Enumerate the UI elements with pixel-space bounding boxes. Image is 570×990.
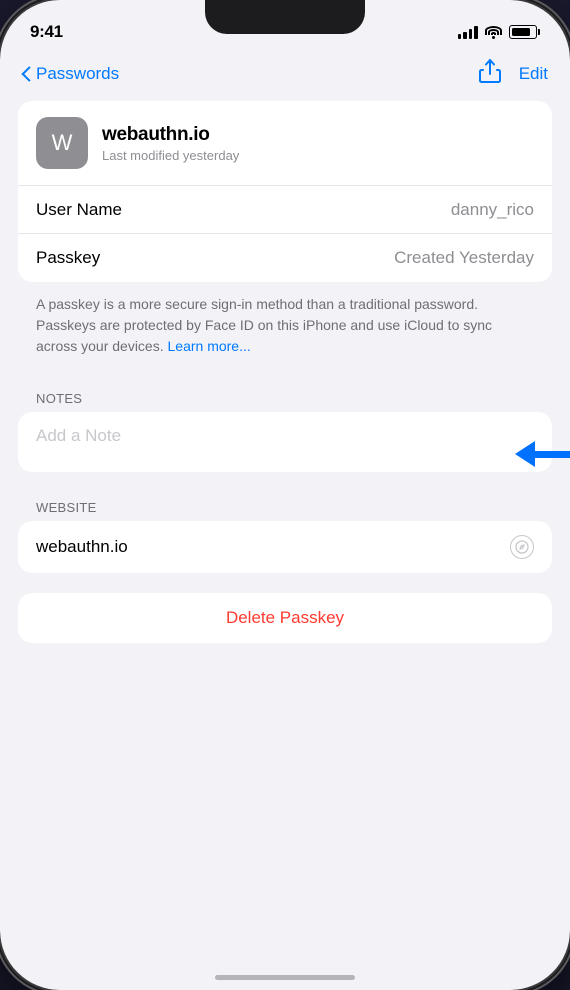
delete-passkey-button[interactable]: Delete Passkey (18, 593, 552, 643)
share-icon (479, 58, 501, 84)
site-info: webauthn.io Last modified yesterday (102, 124, 239, 163)
battery-icon (509, 25, 541, 39)
nav-actions: Edit (479, 58, 548, 89)
username-label: User Name (36, 200, 122, 220)
description-body: A passkey is a more secure sign-in metho… (36, 296, 492, 354)
site-modified: Last modified yesterday (102, 148, 239, 163)
screen: 9:41 (0, 0, 570, 990)
username-row: User Name danny_rico (18, 186, 552, 234)
chevron-left-icon (22, 66, 32, 82)
notes-placeholder: Add a Note (36, 426, 121, 445)
arrow-indicator (515, 441, 570, 467)
back-label: Passwords (36, 64, 119, 84)
website-value: webauthn.io (36, 537, 128, 557)
notes-card[interactable]: Add a Note (18, 412, 552, 472)
site-name: webauthn.io (102, 124, 239, 146)
website-section: WEBSITE webauthn.io (18, 492, 552, 573)
passkey-row: Passkey Created Yesterday (18, 234, 552, 282)
phone-frame: 9:41 (0, 0, 570, 990)
delete-card: Delete Passkey (18, 593, 552, 643)
passkey-value: Created Yesterday (394, 248, 534, 268)
back-button[interactable]: Passwords (22, 64, 119, 84)
learn-more-link[interactable]: Learn more... (168, 338, 251, 354)
signal-icon (458, 25, 478, 39)
passkey-label: Passkey (36, 248, 100, 268)
site-avatar: W (36, 117, 88, 169)
description-card: A passkey is a more secure sign-in metho… (18, 294, 552, 371)
signal-bar-2 (463, 32, 467, 39)
arrow-line (535, 451, 570, 458)
home-indicator (215, 975, 355, 980)
wifi-dot (492, 36, 495, 39)
website-row: webauthn.io (18, 521, 552, 573)
site-header: W webauthn.io Last modified yesterday (18, 101, 552, 186)
compass-icon[interactable] (510, 535, 534, 559)
arrow-head-left (515, 441, 535, 467)
signal-bar-1 (458, 34, 462, 39)
wifi-icon (485, 26, 502, 39)
battery-fill (512, 28, 531, 36)
username-value: danny_rico (451, 200, 534, 220)
nav-bar: Passwords Edit (0, 50, 570, 101)
share-button[interactable] (479, 58, 501, 89)
website-card: webauthn.io (18, 521, 552, 573)
status-time: 9:41 (30, 22, 63, 42)
battery-body (509, 25, 537, 39)
notes-section-label: NOTES (18, 383, 552, 412)
website-section-label: WEBSITE (18, 492, 552, 521)
wifi-arc-inner (491, 32, 496, 35)
signal-bar-4 (474, 26, 478, 39)
content-area: W webauthn.io Last modified yesterday Us… (0, 101, 570, 673)
notch (205, 0, 365, 34)
site-card: W webauthn.io Last modified yesterday Us… (18, 101, 552, 282)
edit-button[interactable]: Edit (519, 64, 548, 84)
status-icons (458, 25, 541, 39)
signal-bar-3 (469, 29, 473, 39)
notes-section-wrapper: NOTES Add a Note (18, 383, 552, 472)
description-text: A passkey is a more secure sign-in metho… (36, 294, 534, 371)
battery-tip (538, 29, 541, 35)
